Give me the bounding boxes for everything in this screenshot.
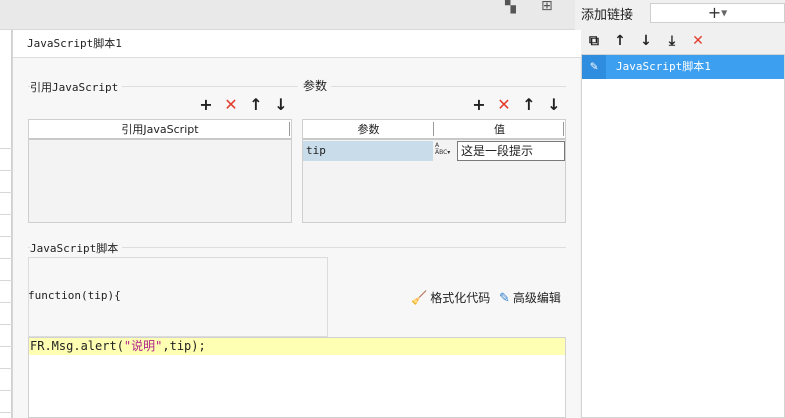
panel-title: 添加链接: [581, 8, 634, 23]
format-code-label: 格式化代码: [430, 291, 491, 305]
edit-icon: ✎: [499, 291, 510, 306]
advanced-edit-label: 高级编辑: [512, 291, 561, 305]
format-code-button[interactable]: 🧹 格式化代码: [411, 289, 490, 306]
function-signature: function(tip){: [28, 289, 121, 302]
code-suffix: ,tip);: [162, 339, 206, 353]
move-bottom-icon[interactable]: ⤓: [661, 30, 683, 52]
copy-icon[interactable]: ⧉: [583, 30, 605, 52]
param-move-up-button[interactable]: ↑: [519, 95, 539, 115]
ref-move-down-button[interactable]: ↓: [271, 95, 291, 115]
plus-icon: +: [707, 3, 722, 22]
code-line[interactable]: FR.Msg.alert("说明",tip);: [29, 338, 565, 355]
delete-icon[interactable]: ✕: [687, 30, 709, 52]
ref-js-section-title: 引用JavaScript: [30, 79, 123, 95]
freeze-panes-icon[interactable]: ⊞: [541, 0, 553, 14]
param-name-column-header: 参数: [303, 120, 434, 140]
params-section-title: 参数: [303, 77, 332, 94]
move-up-icon[interactable]: ↑: [609, 30, 631, 52]
param-move-down-button[interactable]: ↓: [544, 95, 564, 115]
ref-js-table: 引用JavaScript: [28, 119, 292, 223]
column-separator: [289, 122, 290, 136]
code-editor[interactable]: FR.Msg.alert("说明",tip);: [28, 337, 566, 418]
column-separator: [563, 122, 564, 136]
add-link-dropdown[interactable]: +▼: [650, 3, 785, 23]
spreadsheet-edge: [0, 30, 12, 418]
list-item-label: JavaScript脚本1: [616, 60, 711, 73]
hyperlink-panel: 添加链接 +▼ ⧉ ↑ ↓ ⤓ ✕ ✎ JavaScript脚本1: [575, 0, 785, 418]
ref-delete-button[interactable]: ✕: [221, 95, 241, 115]
link-toolbar: ⧉ ↑ ↓ ⤓ ✕: [583, 30, 713, 52]
link-list: ✎ JavaScript脚本1: [581, 54, 785, 418]
script-section-title: JavaScript脚本: [30, 240, 123, 256]
javascript-dialog: JavaScript脚本1 引用JavaScript + ✕ ↑ ↓ 引用Jav…: [12, 30, 581, 418]
ref-add-button[interactable]: +: [196, 95, 216, 115]
dialog-title: JavaScript脚本1: [13, 30, 581, 58]
code-prefix: FR.Msg.alert(: [30, 339, 124, 353]
move-down-icon[interactable]: ↓: [635, 30, 657, 52]
param-value-input[interactable]: 这是一段提示: [457, 141, 565, 161]
ref-js-column-header: 引用JavaScript: [29, 120, 291, 140]
param-delete-button[interactable]: ✕: [494, 95, 514, 115]
ref-move-up-button[interactable]: ↑: [246, 95, 266, 115]
app-top-strip: ▚ ⊞: [0, 0, 575, 30]
list-item[interactable]: ✎ JavaScript脚本1: [582, 55, 784, 79]
pencil-icon: ✎: [582, 55, 606, 79]
chevron-down-icon: ▼: [721, 8, 728, 18]
param-name-cell[interactable]: tip: [303, 141, 433, 161]
advanced-edit-button[interactable]: ✎ 高级编辑: [499, 289, 561, 306]
param-add-button[interactable]: +: [469, 95, 489, 115]
code-string: "说明": [123, 339, 163, 353]
table-row[interactable]: tip A̲ ABC▾ 这是一段提示: [303, 141, 565, 161]
params-table: 参数 值 tip A̲ ABC▾ 这是一段提示: [302, 119, 566, 223]
divider: [302, 86, 566, 87]
param-value-column-header: 值: [434, 120, 565, 140]
format-painter-icon[interactable]: ▚: [505, 0, 516, 14]
broom-icon: 🧹: [411, 291, 428, 306]
abc-text-type-icon[interactable]: A̲ ABC▾: [434, 142, 456, 160]
